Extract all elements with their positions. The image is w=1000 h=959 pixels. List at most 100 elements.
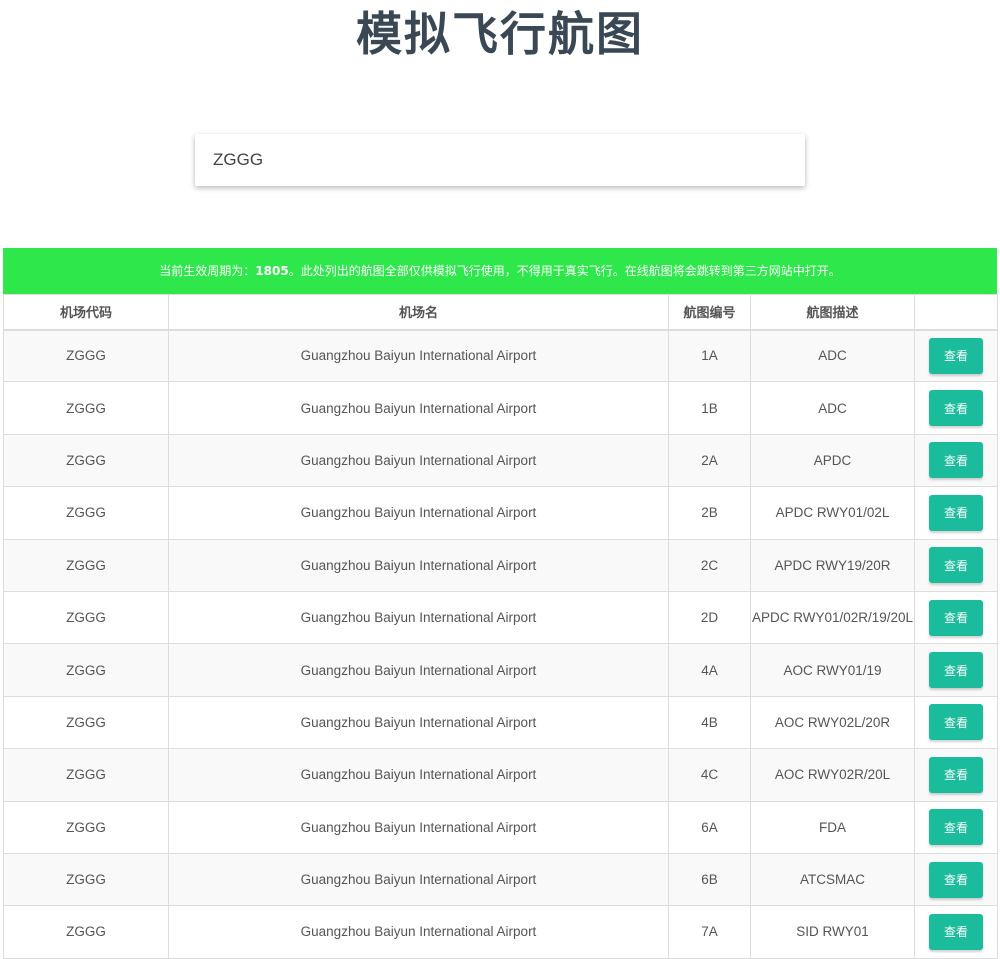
view-chart-button[interactable]: 查看 — [929, 442, 983, 479]
cell-chart-number: 2A — [668, 433, 751, 488]
cell-chart-description: APDC RWY01/02L — [750, 486, 915, 540]
notice-cycle: 1805 — [255, 264, 289, 278]
table-row: ZGGG Guangzhou Baiyun International Airpo… — [3, 800, 998, 854]
cell-airport-name: Guangzhou Baiyun International Airport — [168, 433, 669, 488]
cell-chart-number: 1A — [668, 328, 751, 383]
cell-chart-number: 4C — [668, 748, 751, 802]
cell-action: 查看 — [914, 433, 998, 488]
cell-action: 查看 — [914, 852, 998, 907]
cell-chart-number: 6B — [668, 852, 751, 907]
cell-chart-description: FDA — [750, 800, 915, 854]
cell-chart-number: 2C — [668, 538, 751, 592]
notice-suffix: 。此处列出的航图全部仅供模拟飞行使用，不得用于真实飞行。在线航图将会跳转到第三方… — [288, 264, 841, 278]
header-chart-number: 航图编号 — [668, 294, 751, 331]
view-chart-button[interactable]: 查看 — [929, 494, 983, 531]
view-chart-button[interactable]: 查看 — [929, 756, 983, 793]
cell-airport-name: Guangzhou Baiyun International Airport — [168, 538, 669, 592]
page-title: 模拟飞行航图 — [356, 7, 644, 61]
search-box — [195, 134, 805, 186]
cell-chart-description: ADC — [750, 328, 915, 383]
cell-action: 查看 — [914, 328, 998, 383]
cell-airport-code: ZGGG — [3, 590, 169, 645]
chart-table: 机场代码 机场名 航图编号 航图描述 ZGGG Guangzhou Baiyun … — [3, 294, 998, 959]
cell-chart-number: 6A — [668, 800, 751, 854]
cell-action: 查看 — [914, 590, 998, 645]
cell-chart-number: 1B — [668, 381, 751, 435]
cell-airport-name: Guangzhou Baiyun International Airport — [168, 852, 669, 907]
cell-action: 查看 — [914, 643, 998, 697]
cell-chart-number: 2D — [668, 590, 751, 645]
cell-airport-code: ZGGG — [3, 538, 169, 592]
page: 模拟飞行航图 当前生效周期为：1805。此处列出的航图全部仅供模拟飞行使用，不得… — [0, 0, 1000, 959]
view-chart-button[interactable]: 查看 — [929, 704, 983, 741]
table-row: ZGGG Guangzhou Baiyun International Airpo… — [3, 538, 998, 592]
cell-airport-code: ZGGG — [3, 486, 169, 540]
airport-search-input[interactable] — [195, 134, 805, 186]
table-row: ZGGG Guangzhou Baiyun International Airpo… — [3, 748, 998, 802]
table-row: ZGGG Guangzhou Baiyun International Airpo… — [3, 486, 998, 540]
cell-action: 查看 — [914, 748, 998, 802]
cell-airport-code: ZGGG — [3, 852, 169, 907]
cell-chart-description: ADC — [750, 381, 915, 435]
cycle-notice-banner: 当前生效周期为：1805。此处列出的航图全部仅供模拟飞行使用，不得用于真实飞行。… — [3, 248, 997, 294]
view-chart-button[interactable]: 查看 — [929, 913, 983, 950]
cell-airport-name: Guangzhou Baiyun International Airport — [168, 486, 669, 540]
table-row: ZGGG Guangzhou Baiyun International Airpo… — [3, 695, 998, 750]
cell-chart-number: 4B — [668, 695, 751, 750]
table-header-row: 机场代码 机场名 航图编号 航图描述 — [3, 294, 998, 331]
cell-chart-description: APDC RWY19/20R — [750, 538, 915, 592]
cell-action: 查看 — [914, 800, 998, 854]
cell-airport-code: ZGGG — [3, 800, 169, 854]
cell-action: 查看 — [914, 381, 998, 435]
view-chart-button[interactable]: 查看 — [929, 547, 983, 584]
header-action — [914, 294, 998, 331]
cell-airport-name: Guangzhou Baiyun International Airport — [168, 905, 669, 959]
table-row: ZGGG Guangzhou Baiyun International Airpo… — [3, 852, 998, 907]
table-row: ZGGG Guangzhou Baiyun International Airpo… — [3, 433, 998, 488]
cell-airport-name: Guangzhou Baiyun International Airport — [168, 590, 669, 645]
cell-action: 查看 — [914, 695, 998, 750]
cell-airport-name: Guangzhou Baiyun International Airport — [168, 800, 669, 854]
cell-airport-code: ZGGG — [3, 381, 169, 435]
view-chart-button[interactable]: 查看 — [929, 390, 983, 427]
cell-chart-description: ATCSMAC — [750, 852, 915, 907]
cell-action: 查看 — [914, 486, 998, 540]
cell-airport-code: ZGGG — [3, 328, 169, 383]
table-row: ZGGG Guangzhou Baiyun International Airpo… — [3, 643, 998, 697]
table-body: ZGGG Guangzhou Baiyun International Airpo… — [3, 328, 998, 959]
table-row: ZGGG Guangzhou Baiyun International Airpo… — [3, 328, 998, 383]
cell-airport-name: Guangzhou Baiyun International Airport — [168, 381, 669, 435]
cell-airport-code: ZGGG — [3, 905, 169, 959]
view-chart-button[interactable]: 查看 — [929, 861, 983, 898]
cell-chart-number: 4A — [668, 643, 751, 697]
cell-chart-description: SID RWY01 — [750, 905, 915, 959]
header-airport-name: 机场名 — [168, 294, 669, 331]
header-chart-description: 航图描述 — [750, 294, 915, 331]
cell-airport-code: ZGGG — [3, 695, 169, 750]
view-chart-button[interactable]: 查看 — [929, 809, 983, 846]
view-chart-button[interactable]: 查看 — [929, 652, 983, 689]
cell-action: 查看 — [914, 905, 998, 959]
cell-airport-name: Guangzhou Baiyun International Airport — [168, 643, 669, 697]
cell-action: 查看 — [914, 538, 998, 592]
cell-airport-code: ZGGG — [3, 643, 169, 697]
view-chart-button[interactable]: 查看 — [929, 337, 983, 374]
table-row: ZGGG Guangzhou Baiyun International Airpo… — [3, 381, 998, 435]
table-row: ZGGG Guangzhou Baiyun International Airpo… — [3, 905, 998, 959]
notice-prefix: 当前生效周期为： — [159, 264, 256, 278]
cell-chart-description: AOC RWY02L/20R — [750, 695, 915, 750]
cell-chart-description: AOC RWY02R/20L — [750, 748, 915, 802]
cell-airport-code: ZGGG — [3, 433, 169, 488]
cell-airport-name: Guangzhou Baiyun International Airport — [168, 695, 669, 750]
header-airport-code: 机场代码 — [3, 294, 169, 331]
table-row: ZGGG Guangzhou Baiyun International Airpo… — [3, 590, 998, 645]
cell-chart-number: 7A — [668, 905, 751, 959]
cell-chart-number: 2B — [668, 486, 751, 540]
cell-chart-description: APDC — [750, 433, 915, 488]
cell-airport-name: Guangzhou Baiyun International Airport — [168, 748, 669, 802]
cell-chart-description: APDC RWY01/02R/19/20L — [750, 590, 915, 645]
view-chart-button[interactable]: 查看 — [929, 599, 983, 636]
cell-airport-name: Guangzhou Baiyun International Airport — [168, 328, 669, 383]
cell-airport-code: ZGGG — [3, 748, 169, 802]
table-header: 机场代码 机场名 航图编号 航图描述 — [3, 294, 998, 331]
